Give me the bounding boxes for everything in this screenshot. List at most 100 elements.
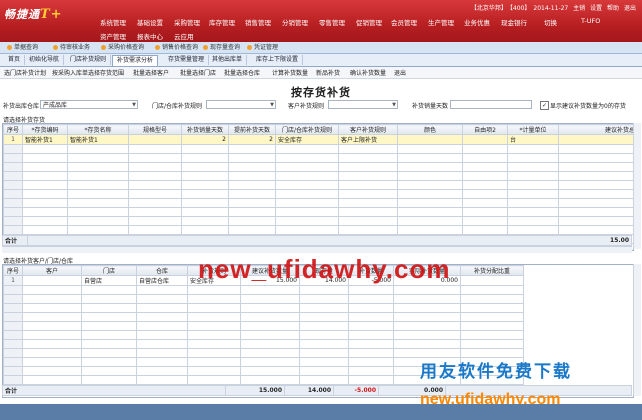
table-cell[interactable]: 15.0	[558, 134, 633, 145]
customer-rule-select[interactable]: ▼	[328, 100, 398, 109]
table-cell[interactable]: 安全库存	[275, 134, 339, 145]
column-header[interactable]: 建议补货总数量	[558, 124, 633, 135]
column-header[interactable]: *存货名称	[67, 124, 129, 135]
column-header[interactable]: 颜色	[397, 124, 463, 135]
table-cell[interactable]	[128, 134, 182, 145]
table-cell	[462, 225, 508, 235]
column-header[interactable]: 自由项2	[462, 124, 508, 135]
column-header[interactable]: 提前补货天数	[228, 124, 276, 135]
toolbar-button[interactable]: 批量选择仓库	[224, 68, 260, 77]
table-cell	[136, 375, 188, 385]
column-header[interactable]: 序号	[3, 124, 23, 135]
top-grid-vscroll[interactable]	[633, 123, 641, 249]
toolbar-button[interactable]: 批量选择门店	[180, 68, 216, 77]
doc-tab[interactable]: 单据查询	[4, 43, 41, 52]
column-header[interactable]: 门店/仓库补货规则	[275, 124, 339, 135]
column-header[interactable]: 仓库	[136, 265, 188, 276]
page-tab[interactable]: 库存上下限设置	[252, 55, 304, 65]
top-menu-item[interactable]: 销售管理	[245, 17, 271, 27]
help-menu[interactable]: 帮助	[607, 5, 619, 12]
doc-tab[interactable]: 现存量查询	[200, 43, 243, 52]
table-cell	[507, 153, 559, 163]
exit-menu[interactable]: 退出	[624, 5, 636, 12]
top-menu-item[interactable]: 会员管理	[391, 17, 417, 27]
column-header[interactable]: *计量单位	[507, 124, 559, 135]
page-tab[interactable]: 首页	[4, 55, 26, 65]
top-menu-item[interactable]: 资产管理	[100, 31, 126, 41]
table-cell[interactable]: 自营店仓库	[136, 275, 188, 286]
bottom-grid-vscroll[interactable]	[633, 264, 641, 396]
empty-row	[3, 285, 524, 295]
table-cell[interactable]: 智能补货1	[22, 134, 68, 145]
show-zero-checkbox[interactable]: ✓	[540, 101, 549, 110]
doc-tab[interactable]: 销售价格查询	[152, 43, 201, 52]
table-cell[interactable]	[22, 275, 82, 286]
toolbar-button[interactable]: 新品补货	[316, 68, 340, 77]
table-cell[interactable]: 客户上限补货	[338, 134, 398, 145]
table-cell	[507, 189, 559, 199]
page-tab[interactable]: 门店补货规则	[66, 55, 112, 65]
empty-row	[3, 198, 633, 208]
top-menu-item[interactable]: 分销管理	[282, 17, 308, 27]
table-cell	[3, 339, 23, 349]
top-menu-item[interactable]: 零售管理	[319, 17, 345, 27]
top-menu-item[interactable]: 促销管理	[356, 17, 382, 27]
column-header[interactable]: 补货销量天数	[181, 124, 229, 135]
doc-tab[interactable]: 待审核业务	[50, 43, 93, 52]
toolbar-button[interactable]: 选门店补货计划	[4, 68, 46, 77]
warehouse-select[interactable]: 产成品库 ▼	[40, 100, 138, 109]
table-cell	[275, 180, 339, 190]
table-cell	[460, 312, 524, 322]
top-grid-hscroll[interactable]	[2, 246, 632, 253]
top-menu-item[interactable]: 系统管理	[100, 17, 126, 27]
column-header[interactable]: 规格型号	[128, 124, 182, 135]
column-header[interactable]: 客户补货规则	[338, 124, 398, 135]
user-menu[interactable]: 主销	[573, 5, 585, 12]
toolbar-button[interactable]: 计算补货数量	[272, 68, 308, 77]
table-cell[interactable]: 1	[3, 134, 23, 145]
table-cell	[240, 348, 300, 358]
table-cell[interactable]: 台	[507, 134, 559, 145]
page-tab[interactable]: 初始化导航	[25, 55, 65, 65]
top-menu-item[interactable]: 采购管理	[174, 17, 200, 27]
top-menu-item[interactable]: 云应用	[174, 31, 194, 41]
toolbar-button[interactable]: 退出	[394, 68, 406, 77]
toolbar-button[interactable]: 批量选择客户	[133, 68, 169, 77]
table-cell[interactable]	[462, 134, 508, 145]
sales-days-input[interactable]	[450, 100, 532, 109]
table-cell	[22, 294, 82, 304]
top-menu-item[interactable]: T-UFO	[581, 17, 600, 25]
table-cell[interactable]: 智能补货1	[67, 134, 129, 145]
settings-menu[interactable]: 设置	[590, 5, 602, 12]
toolbar-button[interactable]: 按采购入库单选择存货范围	[52, 68, 124, 77]
column-header[interactable]: 门店	[81, 265, 137, 276]
table-cell[interactable]: 2	[228, 134, 276, 145]
table-cell[interactable]: 自营店	[81, 275, 137, 286]
top-menu-item[interactable]: 库存管理	[209, 17, 235, 27]
column-header[interactable]: 客户	[22, 265, 82, 276]
top-menu-item[interactable]: 切换	[544, 17, 557, 27]
table-cell	[299, 366, 349, 376]
page-tab[interactable]: 其他出库单	[208, 55, 248, 65]
toolbar-button[interactable]: 确认补货数量	[350, 68, 386, 77]
table-cell[interactable]: 1	[3, 275, 23, 286]
column-header[interactable]: *存货编码	[22, 124, 68, 135]
column-header[interactable]: 补货分配比重	[460, 265, 524, 276]
table-cell[interactable]	[397, 134, 463, 145]
top-menu-item[interactable]: 生产管理	[428, 17, 454, 27]
top-grid: 序号 *存货编码 *存货名称 规格型号 补货销量天数 提前补货天数 门店/仓库补货规则 客户补…	[2, 123, 634, 251]
table-cell[interactable]	[460, 275, 524, 286]
top-menu-item[interactable]: 现金银行	[501, 17, 527, 27]
doc-tab[interactable]: 采购价格查询	[98, 43, 147, 52]
store-rule-select[interactable]: ▼	[206, 100, 276, 109]
column-header[interactable]: 序号	[3, 265, 23, 276]
page-tab[interactable]: 补货需求分析	[112, 55, 159, 66]
top-menu-item[interactable]: 基础设置	[137, 17, 163, 27]
top-menu-item[interactable]: 报表中心	[137, 31, 163, 41]
table-cell	[81, 339, 137, 349]
doc-tab[interactable]: 凭证管理	[244, 43, 281, 52]
top-menu-item[interactable]: 业务优惠	[464, 17, 490, 27]
page-tab[interactable]: 存货需量管理	[164, 55, 210, 65]
table-cell[interactable]: 2	[181, 134, 229, 145]
table-row[interactable]: 1智能补货1智能补货122安全库存客户上限补货台15.0	[3, 134, 633, 145]
